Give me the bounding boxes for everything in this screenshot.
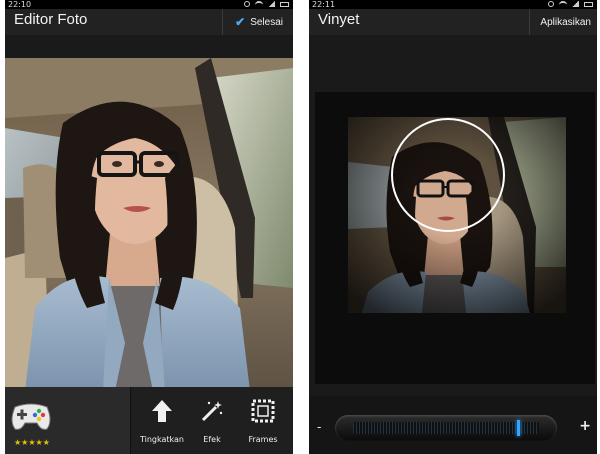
status-icons	[548, 1, 593, 7]
selfie-photo-vignette	[348, 117, 566, 313]
rating-stars: ★★★★★	[14, 438, 50, 447]
tool-effects[interactable]: Efek	[186, 387, 238, 454]
increase-button[interactable]: +	[579, 418, 591, 434]
bottom-toolbar: ★★★★★ Tingkatkan Efek Frames	[5, 387, 293, 454]
tool-enhance-label: Tingkatkan	[139, 435, 184, 444]
decrease-button[interactable]: -	[317, 420, 321, 434]
title-bar: Editor Foto ✔ Selesai	[5, 9, 293, 35]
photo-editor-screen: 22:10 Editor Foto ✔ Selesai ★★★★★ Tingka…	[5, 0, 293, 454]
tool-effects-label: Efek	[203, 435, 221, 444]
selfie-photo	[5, 58, 293, 391]
apply-button[interactable]: Aplikasikan	[529, 9, 597, 35]
tool-enhance[interactable]: Tingkatkan	[136, 387, 188, 454]
done-label: Selesai	[250, 16, 283, 28]
wifi-icon	[255, 1, 263, 7]
done-button[interactable]: ✔ Selesai	[222, 9, 293, 35]
status-time: 22:10	[8, 0, 32, 9]
vignette-canvas[interactable]	[315, 92, 595, 384]
status-time: 22:11	[312, 0, 336, 9]
vignette-slider: - +	[309, 396, 597, 454]
arrow-up-icon	[151, 397, 173, 425]
wifi-icon	[559, 1, 567, 7]
page-title: Vinyet	[318, 11, 360, 28]
status-bar: 22:10	[5, 0, 293, 9]
frame-icon	[251, 397, 275, 425]
magic-wand-icon	[200, 397, 224, 425]
tool-frames[interactable]: Frames	[237, 387, 289, 454]
checkmark-icon: ✔	[235, 15, 246, 29]
status-bar: 22:11	[309, 0, 597, 9]
slider-scale	[353, 422, 539, 434]
alarm-icon	[548, 1, 554, 7]
page-title: Editor Foto	[14, 11, 88, 28]
slider-thumb[interactable]	[516, 420, 520, 436]
signal-icon	[268, 1, 275, 7]
apply-label: Aplikasikan	[540, 16, 591, 28]
title-bar: Vinyet Aplikasikan	[309, 9, 597, 35]
battery-icon	[584, 1, 593, 7]
slider-track[interactable]	[335, 415, 557, 441]
alarm-icon	[244, 1, 250, 7]
status-icons	[244, 1, 289, 7]
game-controller-icon	[11, 403, 51, 430]
vignette-photo	[348, 117, 566, 313]
vignette-screen: 22:11 Vinyet Aplikasikan - +	[309, 0, 597, 454]
tool-frames-label: Frames	[248, 435, 278, 444]
photo-canvas[interactable]	[5, 58, 293, 391]
featured-tile[interactable]: ★★★★★	[5, 387, 131, 454]
signal-icon	[572, 1, 579, 7]
battery-icon	[280, 1, 289, 7]
